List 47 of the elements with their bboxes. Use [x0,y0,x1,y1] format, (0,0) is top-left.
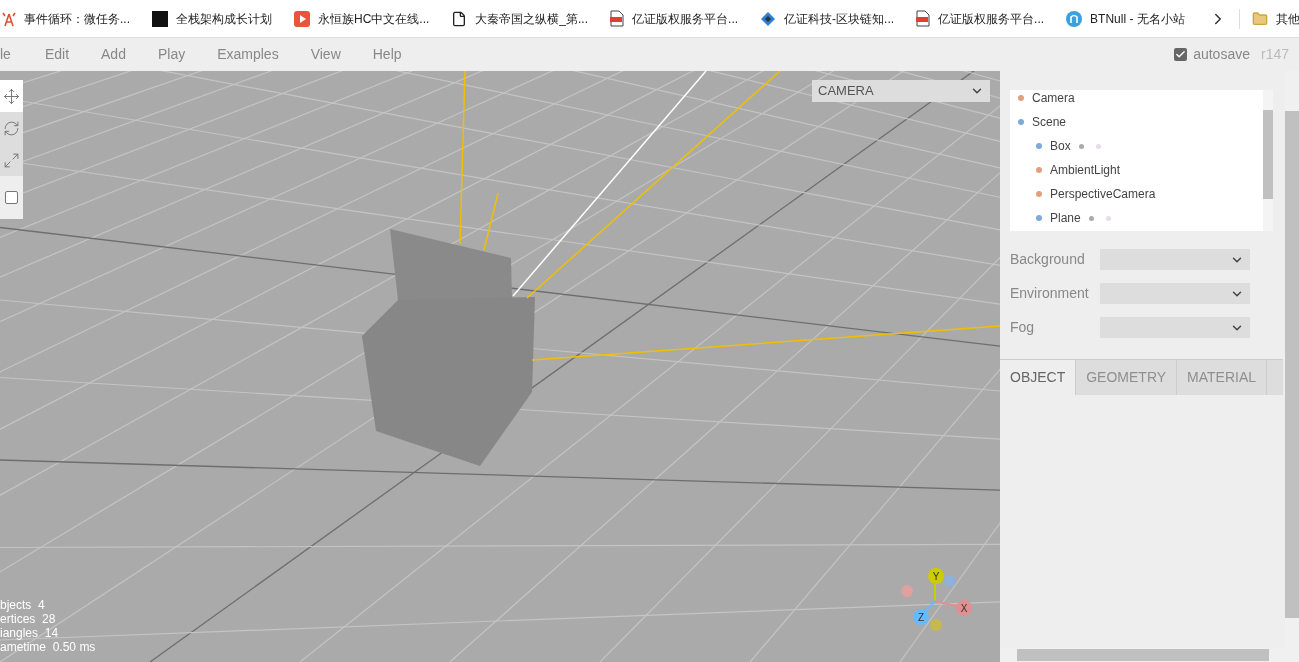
outliner-item[interactable]: Scene [1032,113,1067,131]
info-stat: bjects 4 [0,598,46,612]
bookmark[interactable]: 事件循环：微任务... [2,9,130,28]
setting-label: Environment [1010,284,1090,303]
bookmark[interactable]: 亿证版权服务平台... [610,9,739,28]
autosave-checkbox[interactable] [1174,48,1188,61]
setting-label: Fog [1010,318,1036,337]
square-icon [152,10,168,27]
info-stat: ertices 28 [0,612,57,626]
panel-tab[interactable]: OBJECT [1000,360,1077,395]
outliner-item[interactable]: AmbientLight [1050,161,1121,179]
info-stat: ametime 0.50 ms [0,640,96,654]
folder-icon [1252,10,1268,27]
bookmark[interactable]: 大秦帝国之纵横_第... [451,9,589,28]
bookmark-folder[interactable]: 其他 [1252,9,1299,28]
transform-tool-button[interactable] [0,144,23,176]
setting-select[interactable] [1100,317,1250,338]
transform-tool-button[interactable] [0,80,23,112]
diamond-icon [760,10,777,27]
document-icon [451,10,468,27]
scale-icon [3,151,20,169]
outliner-item[interactable]: Camera [1032,89,1075,107]
camera-select[interactable]: CAMERA [812,80,990,102]
outliner-item[interactable]: Plane [1050,209,1081,227]
setting-select[interactable] [1100,283,1250,304]
bookmark[interactable]: 永恒族HC中文在线... [294,9,430,28]
autosave-label: autosave [1193,45,1250,64]
outliner-item[interactable]: Box [1050,137,1071,155]
info-stat: iangles 14 [0,626,60,640]
local-checkbox[interactable] [5,191,18,204]
file-icon [610,10,625,27]
outliner-item[interactable]: PerspectiveCamera [1050,185,1156,203]
bookmark[interactable]: BTNull - 无名小站 [1066,9,1185,28]
axes-gizmo-drawing: Y X Z [898,565,974,633]
video-icon [294,10,310,27]
transform-tool-button[interactable] [0,112,23,144]
bookmark[interactable]: 全栈架构成长计划 [152,9,272,28]
bookmark[interactable]: 亿证版权服务平台... [916,9,1045,28]
setting-label: Background [1010,250,1086,269]
circle-icon [1066,10,1083,27]
file-icon [916,10,931,27]
bookmark[interactable]: 亿证科技-区块链知... [760,9,895,28]
setting-select[interactable] [1100,249,1250,270]
move-icon [3,87,20,105]
tower-icon [2,10,16,27]
rotate-icon [3,119,20,137]
scrollbar[interactable] [1263,90,1273,231]
